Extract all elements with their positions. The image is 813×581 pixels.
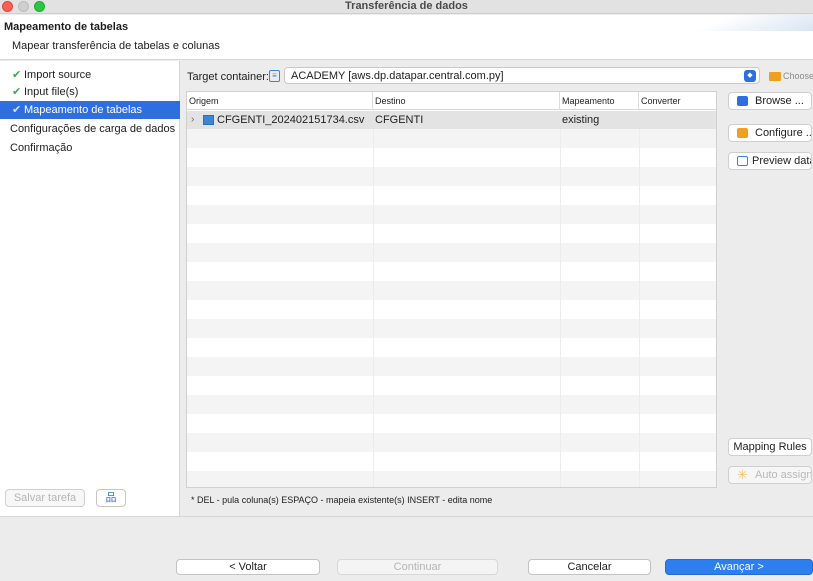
column-header-mapeamento[interactable]: Mapeamento — [560, 92, 639, 110]
configure-button[interactable]: Configure ... — [728, 124, 812, 142]
mapping-rules-button[interactable]: Mapping Rules — [728, 438, 812, 456]
column-divider — [639, 110, 640, 487]
check-icon: ✔ — [12, 69, 22, 81]
folder-icon[interactable] — [769, 72, 781, 81]
chevron-updown-icon: ◆ — [744, 70, 756, 82]
preview-label: Preview data — [752, 155, 812, 167]
sidebar-item-label: Configurações de carga de dados — [10, 123, 176, 135]
target-container-value: ACADEMY [aws.dp.datapar.central.com.py] — [291, 70, 504, 82]
configure-icon — [737, 128, 748, 138]
page-title: Mapeamento de tabelas — [4, 21, 129, 33]
cancel-button[interactable]: Cancelar — [528, 559, 651, 575]
column-header-origem[interactable]: Origem — [187, 92, 373, 110]
column-divider — [560, 110, 561, 487]
page-subtitle: Mapear transferência de tabelas e coluna… — [12, 40, 220, 52]
database-icon: ≡ — [269, 70, 280, 82]
keyboard-hint: * DEL - pula coluna(s) ESPAÇO - mapeia e… — [191, 495, 493, 505]
window-titlebar: Transferência de dados — [0, 0, 813, 14]
sidebar-item-configuracoes-de-carga[interactable]: Configurações de carga de dados — [0, 120, 180, 138]
table-row[interactable]: › CFGENTI_202402151734.csv CFGENTI exist… — [187, 111, 716, 129]
cell-origem: CFGENTI_202402151734.csv — [217, 114, 365, 126]
preview-data-button[interactable]: Preview data — [728, 152, 812, 170]
browse-label: Browse ... — [755, 95, 804, 107]
table-icon — [737, 96, 748, 106]
browse-button[interactable]: Browse ... — [728, 92, 812, 110]
wizard-header: Mapeamento de tabelas Mapear transferênc… — [0, 15, 813, 60]
auto-assign-label: Auto assign — [755, 469, 812, 481]
configure-label: Configure ... — [755, 127, 812, 139]
save-task-options-button[interactable]: 品 — [96, 489, 126, 507]
sidebar-item-label: Input file(s) — [24, 86, 79, 98]
cell-mapeamento: existing — [562, 114, 600, 126]
check-icon: ✔ — [12, 104, 22, 116]
sidebar-item-import-source[interactable]: ✔ Import source — [0, 66, 180, 84]
sidebar-item-mapeamento-de-tabelas[interactable]: ✔ Mapeamento de tabelas — [0, 101, 180, 119]
target-container-select[interactable]: ACADEMY [aws.dp.datapar.central.com.py] … — [284, 67, 760, 84]
auto-assign-button[interactable]: ✳ Auto assign — [728, 466, 812, 484]
header-decoration — [683, 15, 813, 31]
table-header: Origem Destino Mapeamento Converter — [187, 92, 716, 110]
wizard-footer: < Voltar Continuar Cancelar Avançar > — [0, 516, 813, 581]
table-body: › CFGENTI_202402151734.csv CFGENTI exist… — [187, 110, 716, 487]
window-title: Transferência de dados — [345, 0, 468, 12]
mapping-panel: Target container: ≡ ACADEMY [aws.dp.data… — [181, 61, 813, 516]
sidebar-item-input-files[interactable]: ✔ Input file(s) — [0, 83, 180, 101]
next-button[interactable]: Avançar > — [665, 559, 813, 575]
save-task-button[interactable]: Salvar tarefa — [5, 489, 85, 507]
continue-button[interactable]: Continuar — [337, 559, 498, 575]
asterisk-icon: ✳ — [737, 467, 748, 482]
column-header-converter[interactable]: Converter — [639, 92, 716, 110]
back-button[interactable]: < Voltar — [176, 559, 320, 575]
network-icon: 品 — [105, 492, 117, 504]
column-header-destino[interactable]: Destino — [373, 92, 560, 110]
cell-destino: CFGENTI — [375, 114, 424, 126]
choose-button[interactable]: Choose — [783, 71, 813, 81]
mapping-table[interactable]: Origem Destino Mapeamento Converter › CF… — [186, 91, 717, 488]
target-container-label: Target container: — [187, 71, 269, 83]
sidebar-item-label: Mapeamento de tabelas — [24, 104, 143, 116]
sidebar-item-label: Import source — [24, 69, 92, 81]
wizard-steps-sidebar: ✔ Import source ✔ Input file(s) ✔ Mapeament… — [0, 61, 180, 516]
chevron-right-icon[interactable]: › — [191, 111, 194, 129]
sidebar-item-confirmacao[interactable]: Confirmação — [0, 139, 180, 157]
sidebar-item-label: Confirmação — [10, 142, 73, 154]
check-icon: ✔ — [12, 86, 22, 98]
table-icon — [203, 115, 214, 125]
preview-icon — [737, 156, 748, 166]
column-divider — [373, 110, 374, 487]
